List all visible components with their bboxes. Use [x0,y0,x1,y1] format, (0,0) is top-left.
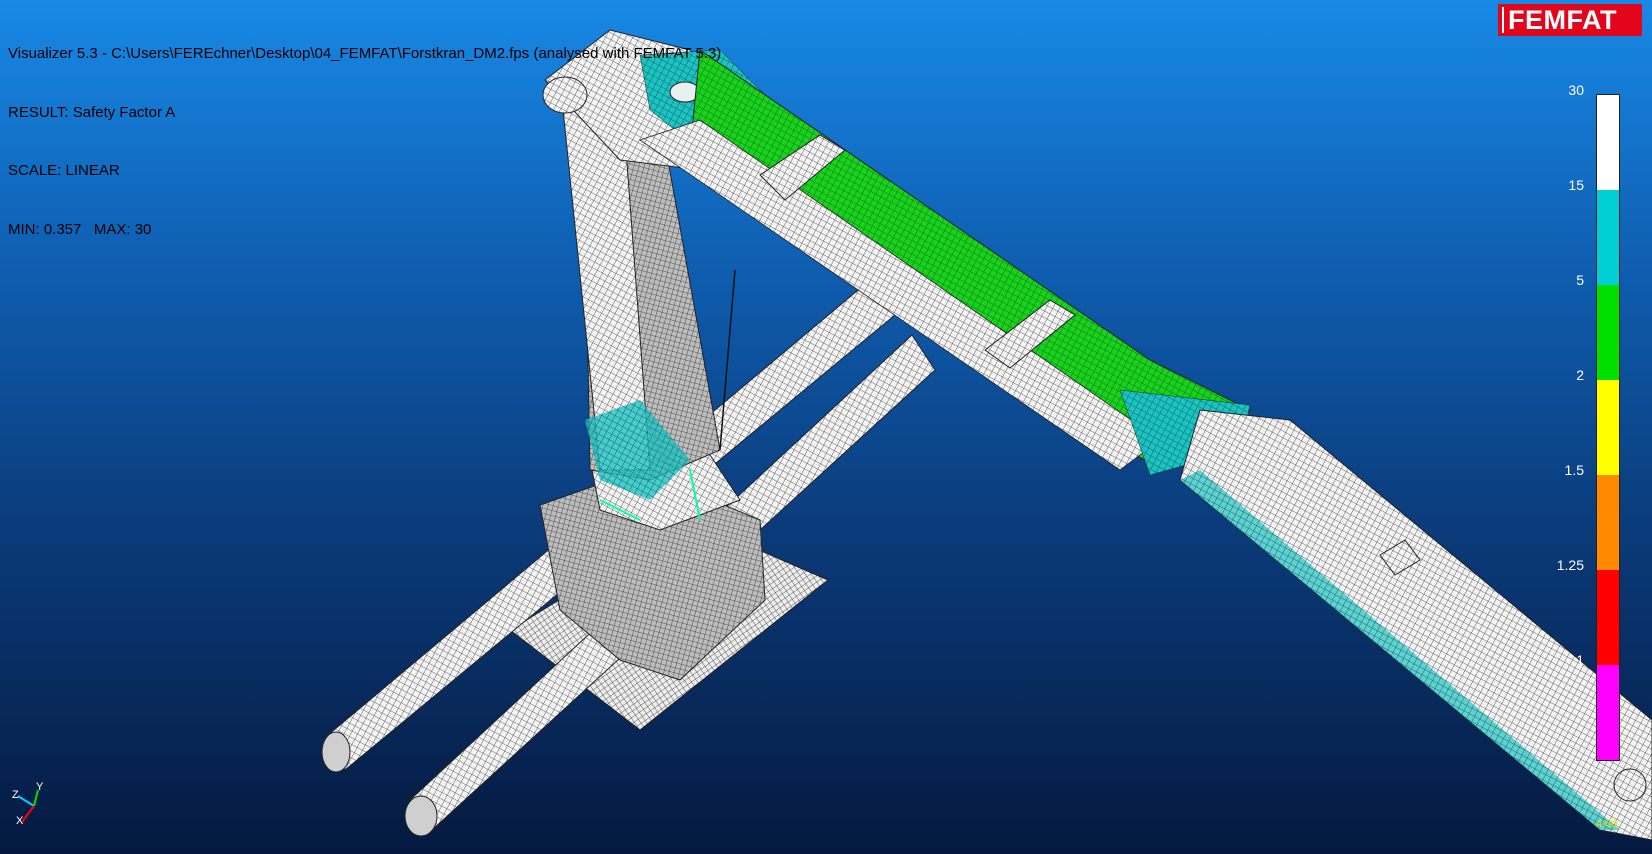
color-legend-bar [1596,94,1620,761]
legend-band-4 [1597,475,1619,570]
triad-x-label: X [16,815,24,827]
result-line: RESULT: Safety Factor A [8,103,176,121]
triad-z-label: Z [12,789,19,801]
axis-triad: Z Y X [12,781,44,827]
minmax-line: MIN: 0.357 MAX: 30 [8,220,152,238]
legend-band-6 [1597,665,1619,760]
status-value: 4.60 [1596,818,1618,830]
model-info-panel: Visualizer 5.3 - C:\Users\FEREchner\Desk… [8,5,721,259]
window-title: Visualizer 5.3 - C:\Users\FEREchner\Desk… [8,45,722,62]
legend-band-2 [1597,285,1619,380]
logo-text: FEMFAT [1508,5,1617,35]
legend-band-5 [1597,570,1619,665]
legend-band-3 [1597,380,1619,475]
femfat-logo: FEMFAT [1498,4,1642,36]
legend-band-1 [1597,190,1619,285]
logo-bar-icon [1502,7,1504,33]
triad-y-label: Y [36,781,44,793]
scale-line: SCALE: LINEAR [8,162,120,179]
legend-band-0 [1597,95,1619,190]
